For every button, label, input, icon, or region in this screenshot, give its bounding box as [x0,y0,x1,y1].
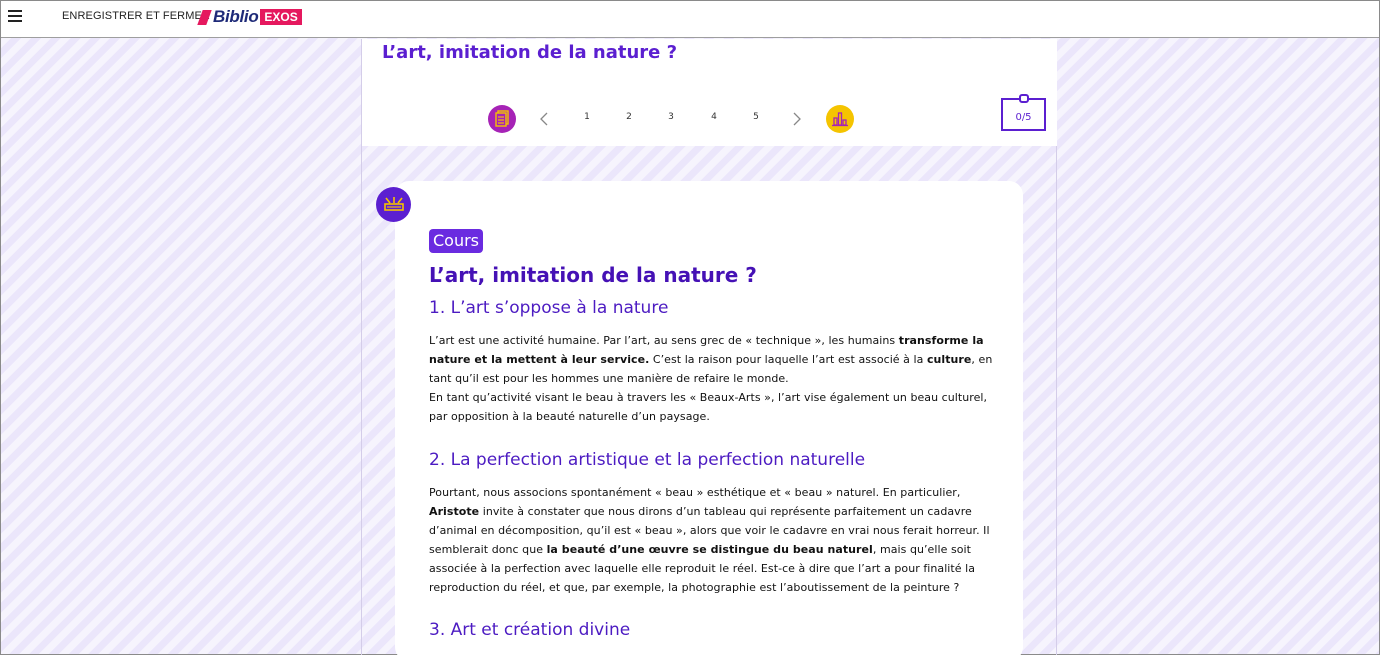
page-2-link[interactable]: 2 [622,112,636,122]
top-bar: ENREGISTRER ET FERMER Biblio EXOS [1,1,1379,38]
logo-biblio-text: Biblio [213,7,259,26]
save-and-close-button[interactable]: ENREGISTRER ET FERMER [62,10,210,22]
hamburger-icon[interactable] [8,10,22,22]
biblio-exos-logo: Biblio EXOS [197,7,302,27]
section-1-heading: 1. L’art s’oppose à la nature [429,298,669,318]
section-1-paragraph: L’art est une activité humaine. Par l’ar… [429,334,993,423]
page-4-link[interactable]: 4 [707,112,721,122]
score-value: 0/5 [1015,112,1032,123]
bar-chart-icon[interactable] [826,105,854,133]
previous-page-arrow-icon[interactable] [536,111,552,127]
page-3-link[interactable]: 3 [664,112,678,122]
course-content: Cours L’art, imitation de la nature ? 1.… [429,229,999,641]
clipboard-clip-icon [1019,94,1029,103]
logo-exos-text: EXOS [260,9,302,25]
course-tag: Cours [429,229,484,253]
section-3-heading: 3. Art et création divine [429,620,631,640]
pagination: 1 2 3 4 5 [488,105,868,133]
page-1-link[interactable]: 1 [580,112,594,122]
section-2-heading: 2. La perfection artistique et la perfec… [429,450,866,470]
logo-slash-mark [197,9,212,25]
exercise-header: L’art, imitation de la nature ? 1 2 3 4 … [362,39,1057,146]
score-clipboard: 0/5 [1001,94,1046,131]
page-5-link[interactable]: 5 [749,112,763,122]
course-title: L’art, imitation de la nature ? [429,263,757,287]
document-icon[interactable] [488,105,516,133]
section-2-paragraph: Pourtant, nous associons spontanément « … [429,486,990,594]
page-title: L’art, imitation de la nature ? [382,42,678,63]
next-page-arrow-icon[interactable] [789,111,805,127]
course-badge-icon [376,187,411,222]
